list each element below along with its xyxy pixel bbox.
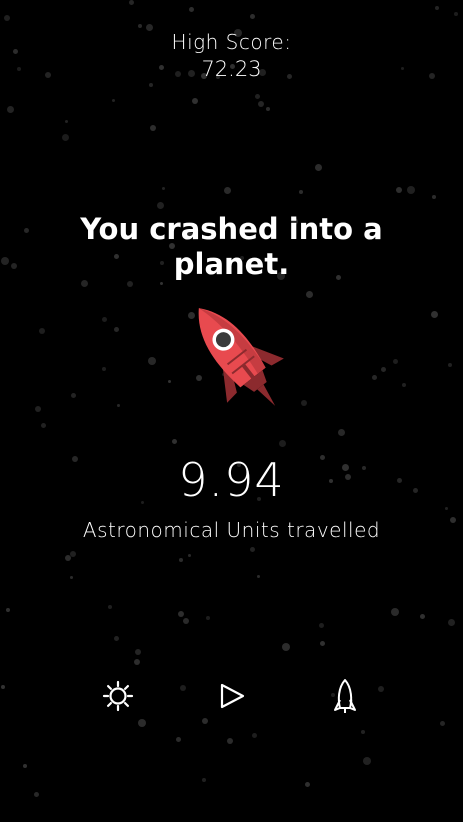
star-dot: [435, 6, 439, 10]
star-dot: [378, 686, 384, 692]
star-dot: [65, 555, 71, 561]
star-dot: [250, 14, 255, 19]
high-score-value: 72.23: [201, 57, 262, 81]
rocket-icon-large: [198, 308, 284, 406]
star-dot: [172, 439, 177, 444]
star-dot: [224, 187, 231, 194]
star-dot: [202, 718, 208, 724]
star-dot: [4, 15, 10, 21]
star-dot: [402, 383, 406, 387]
star-dot: [178, 611, 184, 617]
star-dot: [206, 616, 210, 620]
star-dot: [102, 367, 106, 371]
star-dot: [183, 618, 189, 624]
high-score-label: High Score:: [171, 30, 292, 54]
star-dot: [227, 738, 233, 744]
gear-icon: [102, 680, 134, 712]
star-dot: [391, 608, 399, 616]
star-dot: [407, 186, 415, 194]
star-dot: [168, 380, 171, 383]
star-dot: [319, 623, 324, 628]
distance-units-label: Astronomical Units travelled: [82, 518, 381, 542]
star-dot: [1, 257, 9, 265]
star-dot: [299, 190, 303, 194]
star-dot: [189, 7, 194, 12]
play-icon: [220, 683, 245, 709]
star-dot: [114, 636, 119, 641]
star-dot: [266, 107, 270, 111]
star-dot: [150, 125, 156, 131]
star-dot: [255, 94, 260, 99]
play-button[interactable]: [212, 676, 252, 716]
star-dot: [138, 24, 142, 28]
star-dot: [192, 98, 198, 104]
star-dot: [138, 719, 146, 727]
star-dot: [6, 608, 10, 612]
star-dot: [320, 641, 325, 646]
star-dot: [188, 554, 191, 557]
star-dot: [361, 730, 365, 734]
star-dot: [162, 187, 165, 190]
star-dot: [134, 659, 140, 665]
star-dot: [454, 12, 458, 16]
star-dot: [23, 764, 27, 768]
crash-message: You crashed into a planet.: [80, 212, 383, 281]
settings-button[interactable]: [98, 676, 138, 716]
star-dot: [149, 83, 153, 87]
distance-score: 9.94: [178, 453, 285, 507]
star-dot: [396, 187, 402, 193]
star-dot: [34, 792, 39, 797]
star-dot: [24, 228, 29, 233]
star-dot: [35, 406, 41, 412]
star-dot: [363, 757, 371, 765]
star-dot: [202, 778, 206, 782]
star-dot: [70, 551, 76, 557]
star-dot: [381, 367, 386, 372]
star-dot: [393, 359, 398, 364]
star-dot: [7, 106, 14, 113]
star-dot: [448, 619, 455, 626]
star-dot: [282, 643, 290, 651]
star-dot: [372, 375, 377, 380]
star-dot: [108, 605, 112, 609]
star-dot: [135, 649, 141, 655]
star-dot: [148, 357, 156, 365]
star-dot: [176, 737, 181, 742]
star-dot: [70, 576, 73, 579]
star-dot: [39, 328, 45, 334]
star-dot: [179, 558, 183, 562]
star-dot: [257, 575, 260, 578]
rocket-select-button[interactable]: [325, 676, 365, 716]
star-dot: [440, 721, 445, 726]
star-dot: [279, 440, 286, 447]
star-dot: [71, 393, 76, 398]
star-dot: [1, 685, 5, 689]
star-dot: [11, 263, 17, 269]
star-dot: [306, 291, 313, 298]
star-dot: [62, 134, 69, 141]
star-dot: [65, 120, 68, 123]
star-dot: [431, 311, 438, 318]
star-dot: [180, 685, 186, 691]
star-dot: [420, 614, 425, 619]
star-dot: [432, 195, 436, 199]
star-dot: [112, 99, 115, 102]
star-dot: [157, 202, 164, 209]
star-dot: [102, 317, 107, 322]
star-dot: [117, 404, 120, 407]
rocket-icon: [334, 679, 356, 713]
star-dot: [448, 363, 452, 367]
star-dot: [305, 782, 310, 787]
star-dot: [315, 164, 322, 171]
star-dot: [338, 429, 345, 436]
star-dot: [129, 0, 134, 5]
star-dot: [252, 733, 257, 738]
star-dot: [250, 547, 255, 552]
crashed-rocket-illustration: [175, 295, 305, 420]
star-dot: [41, 423, 46, 428]
star-dot: [258, 101, 264, 107]
star-dot: [445, 507, 448, 510]
star-dot: [114, 327, 119, 332]
star-dot: [160, 282, 163, 285]
